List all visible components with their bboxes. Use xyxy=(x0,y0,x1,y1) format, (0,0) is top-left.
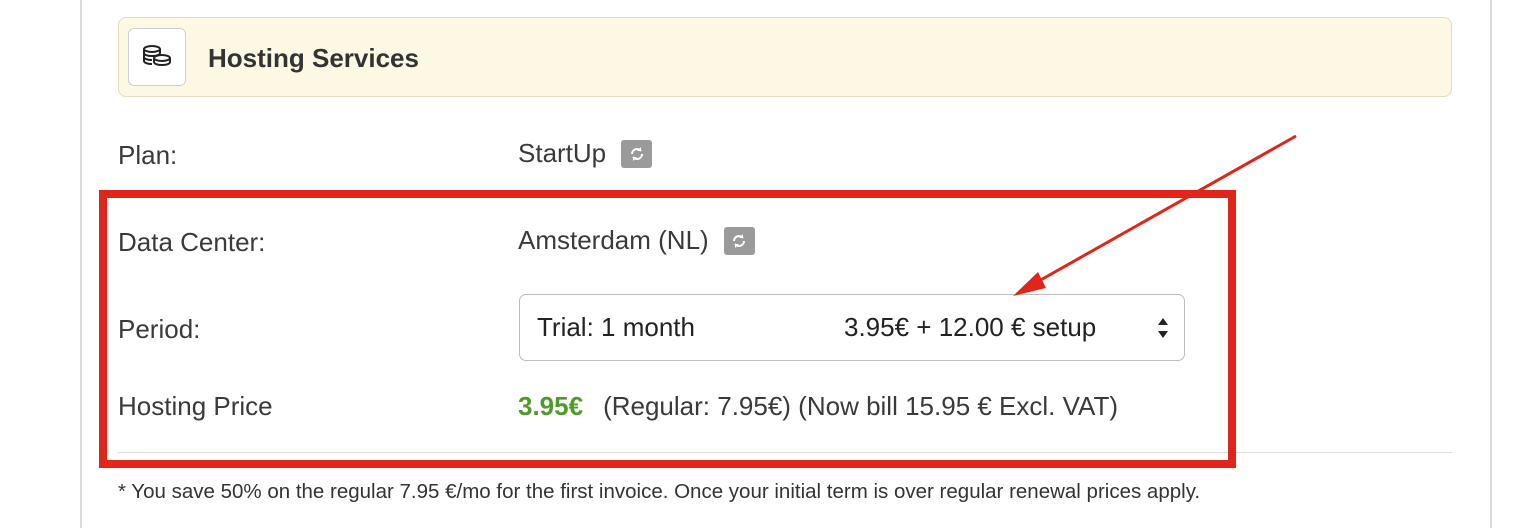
annotation-arrow-icon xyxy=(1013,134,1297,296)
